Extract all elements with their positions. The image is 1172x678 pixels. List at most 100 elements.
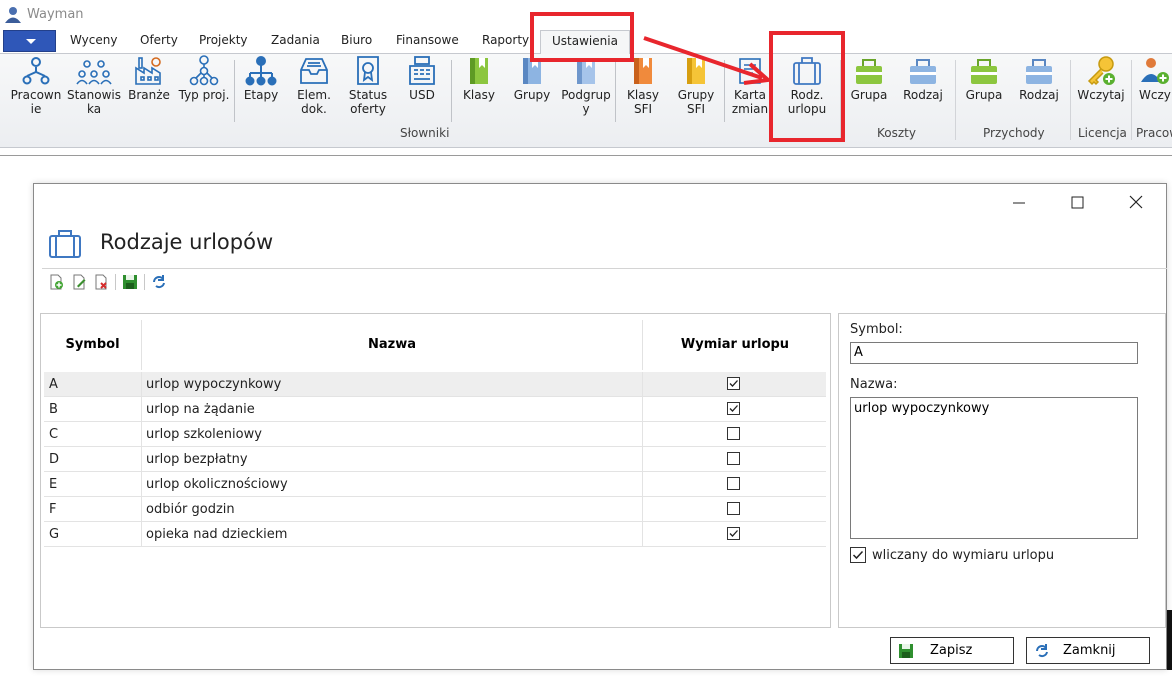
tab-biuro[interactable]: Biuro — [341, 33, 372, 47]
ribbon-separator — [451, 60, 452, 122]
hierarchy-icon — [189, 55, 219, 86]
ribbon-group-separator — [955, 60, 956, 140]
edit-record-icon[interactable] — [71, 274, 87, 290]
ribbon-group-pracownik: Pracow — [1136, 126, 1172, 140]
ribbon-przychody-rodzaj-button[interactable]: Rodzaj — [1014, 54, 1064, 102]
table-row[interactable]: Eurlop okolicznościowy — [44, 472, 826, 497]
table-row[interactable]: Aurlop wypoczynkowy — [44, 372, 826, 397]
cell-nazwa: urlop wypoczynkowy — [146, 377, 282, 392]
ribbon-klasy-button[interactable]: Klasy — [456, 54, 502, 102]
name-label: Nazwa: — [850, 377, 898, 392]
wymiar-cell-checkbox[interactable] — [727, 477, 740, 490]
refresh-icon[interactable] — [151, 274, 167, 290]
ribbon-pracownie-button[interactable]: Pracown ie — [6, 54, 66, 116]
ribbon-usd-button[interactable]: USD — [400, 54, 444, 102]
table-row[interactable]: Durlop bezpłatny — [44, 447, 826, 472]
app-title: Wayman — [27, 7, 84, 22]
name-textarea[interactable]: urlop wypoczynkowy — [850, 397, 1138, 539]
ribbon-bottom-border — [0, 148, 1172, 156]
ribbon-typ-proj-button[interactable]: Typ proj. — [176, 54, 232, 102]
divider — [42, 268, 1167, 269]
cell-symbol: F — [49, 502, 57, 517]
wymiar-cell-checkbox[interactable] — [727, 377, 740, 390]
ribbon-group-separator — [1070, 60, 1071, 140]
add-record-icon[interactable] — [48, 274, 64, 290]
save-button[interactable]: Zapisz — [890, 637, 1014, 664]
tab-projekty[interactable]: Projekty — [199, 33, 248, 47]
checkmark-icon — [729, 380, 738, 387]
ribbon-stanowiska-button[interactable]: Stanowis ka — [66, 54, 122, 116]
org-chart-icon — [22, 57, 50, 85]
ribbon-separator — [234, 60, 235, 122]
cell-symbol: C — [49, 427, 59, 442]
ribbon-etapy-button[interactable]: Etapy — [238, 54, 284, 102]
ribbon-status-oferty-button[interactable]: Status oferty — [343, 54, 393, 116]
symbol-input[interactable]: A — [850, 342, 1138, 364]
close-icon[interactable] — [1121, 190, 1151, 214]
ribbon-koszty-grupa-button[interactable]: Grupa — [846, 54, 892, 102]
cell-nazwa: odbiór godzin — [146, 502, 235, 517]
cell-symbol: G — [49, 527, 60, 542]
table-row[interactable]: Fodbiór godzin — [44, 497, 826, 522]
cell-nazwa: urlop szkoleniowy — [146, 427, 262, 442]
cell-nazwa: urlop okolicznościowy — [146, 477, 288, 492]
ribbon-group-slowniki: Słowniki — [400, 126, 450, 140]
tab-wyceny[interactable]: Wyceny — [70, 33, 117, 47]
refresh-icon — [1036, 644, 1048, 658]
green-book-icon — [470, 58, 488, 84]
toolbar-separator — [144, 274, 145, 290]
ribbon-branze-button[interactable]: Branże — [126, 54, 172, 102]
suitcase-icon — [49, 230, 81, 258]
dialog-title: Rodzaje urlopów — [100, 230, 274, 254]
ribbon-wczytaj-button[interactable]: Wczytaj — [1074, 54, 1128, 102]
key-icon — [1087, 56, 1115, 86]
ribbon-group-separator — [1131, 60, 1132, 140]
tab-raporty[interactable]: Raporty — [482, 33, 529, 47]
close-button[interactable]: Zamknij — [1026, 637, 1150, 664]
cell-symbol: B — [49, 402, 58, 417]
ribbon-koszty-rodzaj-button[interactable]: Rodzaj — [898, 54, 948, 102]
tree-icon — [245, 56, 277, 86]
tab-oferty[interactable]: Oferty — [140, 33, 178, 47]
wymiar-checkbox-label: wliczany do wymiaru urlopu — [872, 548, 1055, 563]
ribbon: Pracown ie Stanowis ka Branże Typ proj. … — [0, 54, 1172, 148]
checkmark-icon — [729, 530, 738, 537]
table-row[interactable]: Burlop na żądanie — [44, 397, 826, 422]
wymiar-cell-checkbox[interactable] — [727, 427, 740, 440]
ribbon-group-koszty: Koszty — [877, 126, 916, 140]
wymiar-checkbox[interactable] — [850, 547, 866, 563]
app-logo-icon — [5, 7, 21, 23]
symbol-label: Symbol: — [850, 322, 903, 337]
column-header-wymiar[interactable]: Wymiar urlopu — [643, 314, 827, 372]
wymiar-cell-checkbox[interactable] — [727, 452, 740, 465]
people-group-icon — [76, 60, 112, 85]
table-row[interactable]: Curlop szkoleniowy — [44, 422, 826, 447]
delete-record-icon[interactable] — [93, 274, 109, 290]
app-menu-button[interactable] — [3, 30, 56, 52]
green-bag-icon — [856, 59, 882, 84]
cell-symbol: A — [49, 377, 58, 392]
column-header-symbol[interactable]: Symbol — [44, 314, 141, 372]
tab-finansowe[interactable]: Finansowe — [396, 33, 459, 47]
table-row[interactable]: Gopieka nad dzieckiem — [44, 522, 826, 547]
checkmark-icon — [852, 550, 864, 560]
annotation-arrow-icon — [643, 36, 773, 85]
toolbar-separator — [115, 274, 116, 290]
wymiar-cell-checkbox[interactable] — [727, 502, 740, 515]
inbox-tray-icon — [300, 58, 328, 84]
cell-nazwa: opieka nad dzieckiem — [146, 527, 288, 542]
factory-icon — [135, 57, 161, 85]
minimize-icon[interactable] — [1004, 190, 1034, 214]
user-add-icon — [1141, 58, 1169, 84]
ribbon-elem-dok-button[interactable]: Elem. dok. — [289, 54, 339, 116]
cell-symbol: E — [49, 477, 58, 492]
ribbon-podgrupy-button[interactable]: Podgrup y — [560, 54, 612, 116]
wymiar-cell-checkbox[interactable] — [727, 402, 740, 415]
maximize-icon[interactable] — [1062, 190, 1092, 214]
tab-zadania[interactable]: Zadania — [271, 33, 320, 47]
column-header-nazwa[interactable]: Nazwa — [142, 314, 642, 372]
wymiar-cell-checkbox[interactable] — [727, 527, 740, 540]
ribbon-pracownik-wczytaj-button[interactable]: Wczy — [1135, 54, 1172, 102]
ribbon-przychody-grupa-button[interactable]: Grupa — [961, 54, 1007, 102]
save-icon[interactable] — [122, 274, 138, 290]
